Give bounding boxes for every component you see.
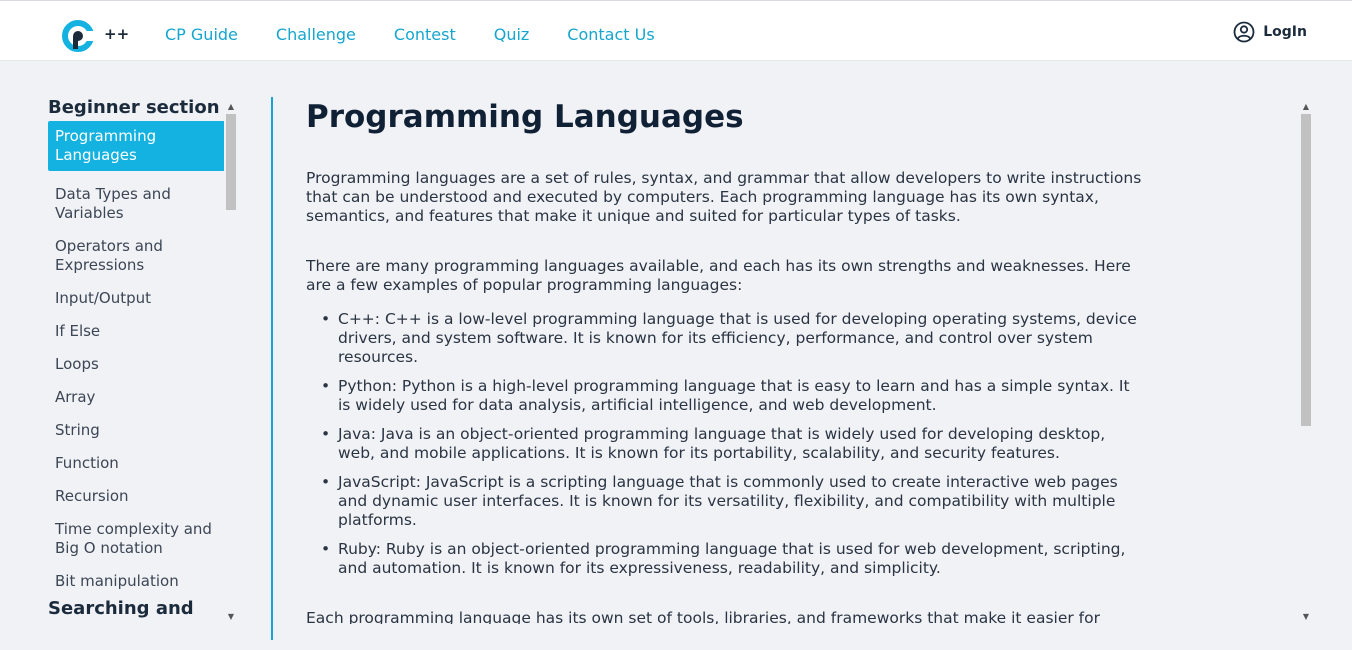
- main-scrollbar[interactable]: ▲ ▼: [1299, 100, 1313, 624]
- list-item: Python: Python is a high-level programmi…: [321, 377, 1146, 415]
- list-item: C++: C++ is a low-level programming lang…: [321, 310, 1146, 367]
- sidebar: Beginner section Programming Languages D…: [48, 96, 238, 624]
- intro-paragraph: Programming languages are a set of rules…: [306, 169, 1142, 225]
- login-label: LogIn: [1263, 24, 1307, 40]
- nav-contact-us[interactable]: Contact Us: [567, 25, 654, 44]
- user-circle-icon: [1233, 21, 1255, 43]
- scroll-up-arrow-icon[interactable]: ▲: [224, 100, 238, 114]
- main-scroll-thumb[interactable]: [1301, 114, 1311, 426]
- cp-logo-icon[interactable]: [62, 19, 96, 53]
- nav-cp-guide[interactable]: CP Guide: [165, 25, 238, 44]
- sidebar-scroll-track[interactable]: [224, 114, 238, 610]
- sidebar-scroll-thumb[interactable]: [226, 114, 236, 210]
- nav-quiz[interactable]: Quiz: [494, 25, 530, 44]
- page-title: Programming Languages: [306, 99, 744, 135]
- sidebar-item-data-types[interactable]: Data Types and Variables: [48, 185, 238, 223]
- sidebar-section-beginner: Beginner section: [48, 97, 220, 118]
- sidebar-scrollbar[interactable]: ▲ ▼: [224, 100, 238, 624]
- sidebar-section-searching-sorting: Searching and Sorting: [48, 598, 194, 624]
- scroll-down-arrow-icon[interactable]: ▼: [224, 610, 238, 624]
- languages-list: C++: C++ is a low-level programming lang…: [306, 310, 1146, 578]
- sidebar-item-if-else[interactable]: If Else: [48, 322, 238, 341]
- content-divider: [271, 97, 273, 640]
- list-item: JavaScript: JavaScript is a scripting la…: [321, 473, 1146, 530]
- examples-intro-paragraph: There are many programming languages ava…: [306, 257, 1131, 294]
- logo-plus-text: ++: [104, 25, 130, 43]
- list-item: Java: Java is an object-oriented program…: [321, 425, 1146, 463]
- sidebar-item-bit-manipulation[interactable]: Bit manipulation: [48, 572, 238, 591]
- top-navbar: ++ CP Guide Challenge Contest Quiz Conta…: [0, 0, 1352, 61]
- list-item: Ruby: Ruby is an object-oriented program…: [321, 540, 1146, 578]
- closing-paragraph: Each programming language has its own se…: [306, 609, 1100, 624]
- sidebar-item-string[interactable]: String: [48, 421, 238, 440]
- login-button[interactable]: LogIn: [1233, 21, 1307, 43]
- nav-challenge[interactable]: Challenge: [276, 25, 356, 44]
- main-content: Programming Languages Programming langua…: [306, 96, 1146, 624]
- scroll-down-arrow-icon[interactable]: ▼: [1299, 610, 1313, 624]
- sidebar-item-recursion[interactable]: Recursion: [48, 487, 238, 506]
- scroll-up-arrow-icon[interactable]: ▲: [1299, 100, 1313, 114]
- main-scroll-track[interactable]: [1299, 114, 1313, 610]
- sidebar-item-loops[interactable]: Loops: [48, 355, 238, 374]
- sidebar-item-time-complexity[interactable]: Time complexity and Big O notation: [48, 520, 238, 558]
- nav-contest[interactable]: Contest: [394, 25, 456, 44]
- sidebar-item-input-output[interactable]: Input/Output: [48, 289, 238, 308]
- main-nav: CP Guide Challenge Contest Quiz Contact …: [165, 25, 693, 44]
- sidebar-item-programming-languages[interactable]: Programming Languages: [48, 121, 238, 171]
- sidebar-item-array[interactable]: Array: [48, 388, 238, 407]
- sidebar-item-function[interactable]: Function: [48, 454, 238, 473]
- sidebar-item-operators[interactable]: Operators and Expressions: [48, 237, 238, 275]
